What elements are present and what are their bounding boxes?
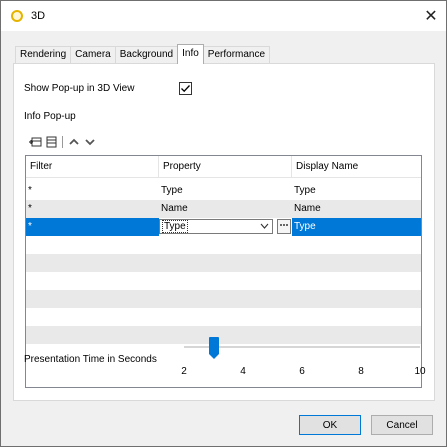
tab-strip: Rendering Camera Background Info Perform… <box>15 44 271 64</box>
slider-thumb[interactable] <box>208 337 219 359</box>
tab-background[interactable]: Background <box>114 46 179 64</box>
slider-tick-label: 4 <box>240 366 246 377</box>
tab-camera[interactable]: Camera <box>70 46 116 64</box>
show-popup-label: Show Pop-up in 3D View <box>24 83 135 94</box>
app-icon <box>11 10 23 22</box>
window-title: 3D <box>31 10 46 22</box>
header-display-name[interactable]: Display Name <box>292 156 421 178</box>
cell-display-name[interactable]: Type <box>292 218 421 236</box>
slider-tick-label: 10 <box>414 366 426 377</box>
slider-tick-label: 6 <box>299 366 305 377</box>
browse-button[interactable] <box>277 219 291 234</box>
cancel-button[interactable]: Cancel <box>371 415 433 435</box>
slider-tick-label: 8 <box>358 366 364 377</box>
cell-property[interactable]: Type <box>159 182 292 200</box>
empty-row <box>26 326 421 344</box>
presentation-time-label: Presentation Time in Seconds <box>24 354 157 365</box>
add-row-icon[interactable] <box>28 135 42 149</box>
cell-display-name[interactable]: Type <box>292 182 421 200</box>
cell-filter[interactable]: * <box>26 182 159 200</box>
header-filter[interactable]: Filter <box>26 156 159 178</box>
toolbar-separator <box>62 136 63 148</box>
empty-row <box>26 290 421 308</box>
table-row[interactable]: * Name Name <box>26 200 421 218</box>
header-property[interactable]: Property <box>159 156 292 178</box>
remove-row-icon[interactable] <box>44 135 58 149</box>
show-popup-checkbox[interactable] <box>179 82 192 95</box>
cell-filter[interactable]: * <box>26 218 159 236</box>
property-dropdown-value: Type <box>162 220 188 233</box>
grid-toolbar <box>28 134 97 150</box>
close-button[interactable]: ✕ <box>416 1 446 31</box>
title-bar: 3D ✕ <box>1 1 446 31</box>
info-tab-panel: Show Pop-up in 3D View Info Pop-up Filte… <box>13 63 435 401</box>
ok-button[interactable]: OK <box>299 415 361 435</box>
ellipsis-icon <box>280 224 288 226</box>
chevron-down-icon[interactable] <box>260 220 269 236</box>
tab-info[interactable]: Info <box>177 44 204 64</box>
cell-property[interactable]: Name <box>159 200 292 218</box>
checkmark-icon <box>181 85 190 93</box>
dialog-window: 3D ✕ Rendering Camera Background Info Pe… <box>0 0 447 447</box>
tab-performance[interactable]: Performance <box>202 46 271 64</box>
cell-display-name[interactable]: Name <box>292 200 421 218</box>
table-row-selected[interactable]: * Type Type <box>26 218 421 236</box>
cell-filter[interactable]: * <box>26 200 159 218</box>
table-row[interactable]: * Type Type <box>26 182 421 200</box>
move-up-icon[interactable] <box>67 135 81 149</box>
slider-track[interactable] <box>184 346 420 348</box>
empty-row <box>26 254 421 272</box>
tab-rendering[interactable]: Rendering <box>15 46 72 64</box>
property-dropdown[interactable]: Type <box>159 219 273 234</box>
grid-header: Filter Property Display Name <box>26 156 421 178</box>
move-down-icon[interactable] <box>83 135 97 149</box>
info-popup-label: Info Pop-up <box>24 111 76 122</box>
slider-tick-label: 2 <box>181 366 187 377</box>
